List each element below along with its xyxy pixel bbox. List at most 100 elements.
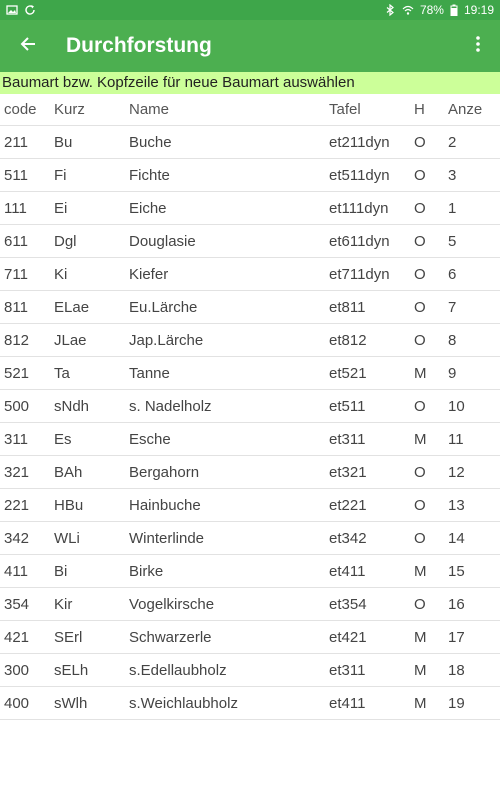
table-header-row[interactable]: code Kurz Name Tafel H Anze (0, 94, 500, 126)
cell-name: Bergahorn (129, 463, 200, 481)
cell-kurz: Ei (54, 199, 68, 217)
cell-name: Eiche (129, 199, 167, 217)
cell-code: 500 (4, 397, 30, 415)
header-anzahl[interactable]: Anze (445, 101, 500, 118)
status-right: 78% 19:19 (384, 3, 494, 17)
cell-h: M (414, 628, 427, 646)
image-icon (6, 4, 18, 16)
table-row[interactable]: 221 HBu Hainbuche et221 O 13 (0, 489, 500, 522)
cell-kurz: BAh (54, 463, 83, 481)
clock: 19:19 (463, 3, 494, 17)
cell-name: Buche (129, 133, 172, 151)
cell-kurz: Fi (54, 166, 67, 184)
table-row[interactable]: 711 Ki Kiefer et711dyn O 6 (0, 258, 500, 291)
table-row[interactable]: 811 ELae Eu.Lärche et811 O 7 (0, 291, 500, 324)
cell-kurz: Kir (54, 595, 73, 613)
cell-kurz: Bi (54, 562, 68, 580)
cell-tafel: et811 (329, 298, 366, 316)
table-row[interactable]: 354 Kir Vogelkirsche et354 O 16 (0, 588, 500, 621)
status-bar: 78% 19:19 (0, 0, 500, 20)
cell-name: Winterlinde (129, 529, 205, 547)
cell-tafel: et411 (329, 562, 366, 580)
header-name[interactable]: Name (125, 101, 325, 118)
header-tafel[interactable]: Tafel (325, 101, 410, 118)
table-row[interactable]: 421 SErl Schwarzerle et421 M 17 (0, 621, 500, 654)
cell-h: M (414, 364, 427, 382)
cell-anzahl: 19 (448, 694, 465, 712)
cell-h: M (414, 562, 427, 580)
cell-h: O (414, 529, 426, 547)
cell-anzahl: 9 (448, 364, 457, 382)
cell-tafel: et311 (329, 430, 366, 448)
table-row[interactable]: 511 Fi Fichte et511dyn O 3 (0, 159, 500, 192)
table-row[interactable]: 311 Es Esche et311 M 11 (0, 423, 500, 456)
overflow-menu-button[interactable] (456, 20, 500, 72)
table-row[interactable]: 211 Bu Buche et211dyn O 2 (0, 126, 500, 159)
cell-h: O (414, 166, 426, 184)
table-row[interactable]: 521 Ta Tanne et521 M 9 (0, 357, 500, 390)
cell-h: O (414, 232, 426, 250)
cell-name: Vogelkirsche (129, 595, 215, 613)
cell-tafel: et511 (329, 397, 366, 415)
cell-name: s.Weichlaubholz (129, 694, 238, 712)
cell-code: 354 (4, 595, 30, 613)
cell-kurz: sELh (54, 661, 89, 679)
cell-kurz: Bu (54, 133, 73, 151)
cell-tafel: et311 (329, 661, 366, 679)
cell-tafel: et321 (329, 463, 367, 481)
table-row[interactable]: 321 BAh Bergahorn et321 O 12 (0, 456, 500, 489)
table-row[interactable]: 500 sNdh s. Nadelholz et511 O 10 (0, 390, 500, 423)
back-button[interactable] (0, 20, 56, 72)
cell-h: O (414, 298, 426, 316)
cell-tafel: et812 (329, 331, 367, 349)
cell-code: 611 (4, 232, 28, 250)
table-row[interactable]: 342 WLi Winterlinde et342 O 14 (0, 522, 500, 555)
cell-tafel: et411 (329, 694, 366, 712)
cell-tafel: et711dyn (329, 265, 390, 283)
cell-h: O (414, 397, 426, 415)
cell-kurz: Ta (54, 364, 70, 382)
cell-name: s.Edellaubholz (129, 661, 227, 679)
hint-text: Baumart bzw. Kopfzeile für neue Baumart … (0, 72, 500, 94)
cell-name: s. Nadelholz (129, 397, 212, 415)
cell-kurz: WLi (54, 529, 80, 547)
cell-anzahl: 18 (448, 661, 465, 679)
bluetooth-icon (384, 3, 396, 17)
cell-h: M (414, 661, 427, 679)
header-kurz[interactable]: Kurz (50, 101, 125, 118)
cell-code: 400 (4, 694, 30, 712)
sync-icon (24, 4, 36, 16)
cell-code: 711 (4, 265, 28, 283)
cell-kurz: SErl (54, 628, 83, 646)
cell-code: 221 (4, 496, 30, 514)
cell-anzahl: 10 (448, 397, 465, 415)
cell-tafel: et342 (329, 529, 367, 547)
cell-anzahl: 15 (448, 562, 465, 580)
cell-code: 511 (4, 166, 28, 184)
table-row[interactable]: 812 JLae Jap.Lärche et812 O 8 (0, 324, 500, 357)
cell-code: 521 (4, 364, 30, 382)
cell-name: Eu.Lärche (129, 298, 198, 316)
cell-kurz: Ki (54, 265, 68, 283)
table-row[interactable]: 611 Dgl Douglasie et611dyn O 5 (0, 225, 500, 258)
cell-code: 411 (4, 562, 28, 580)
table-row[interactable]: 411 Bi Birke et411 M 15 (0, 555, 500, 588)
table-row[interactable]: 111 Ei Eiche et111dyn O 1 (0, 192, 500, 225)
header-code[interactable]: code (0, 101, 50, 118)
cell-code: 300 (4, 661, 30, 679)
table-row[interactable]: 300 sELh s.Edellaubholz et311 M 18 (0, 654, 500, 687)
battery-percent: 78% (419, 3, 444, 17)
cell-name: Kiefer (129, 265, 169, 283)
cell-anzahl: 14 (448, 529, 465, 547)
header-h[interactable]: H (410, 101, 445, 118)
cell-code: 421 (4, 628, 30, 646)
more-vert-icon (475, 35, 481, 58)
cell-anzahl: 1 (448, 199, 457, 217)
cell-code: 342 (4, 529, 30, 547)
cell-code: 111 (4, 199, 27, 217)
cell-tafel: et511dyn (329, 166, 390, 184)
cell-tafel: et611dyn (329, 232, 390, 250)
cell-name: Schwarzerle (129, 628, 212, 646)
table-row[interactable]: 400 sWlh s.Weichlaubholz et411 M 19 (0, 687, 500, 720)
cell-h: O (414, 595, 426, 613)
